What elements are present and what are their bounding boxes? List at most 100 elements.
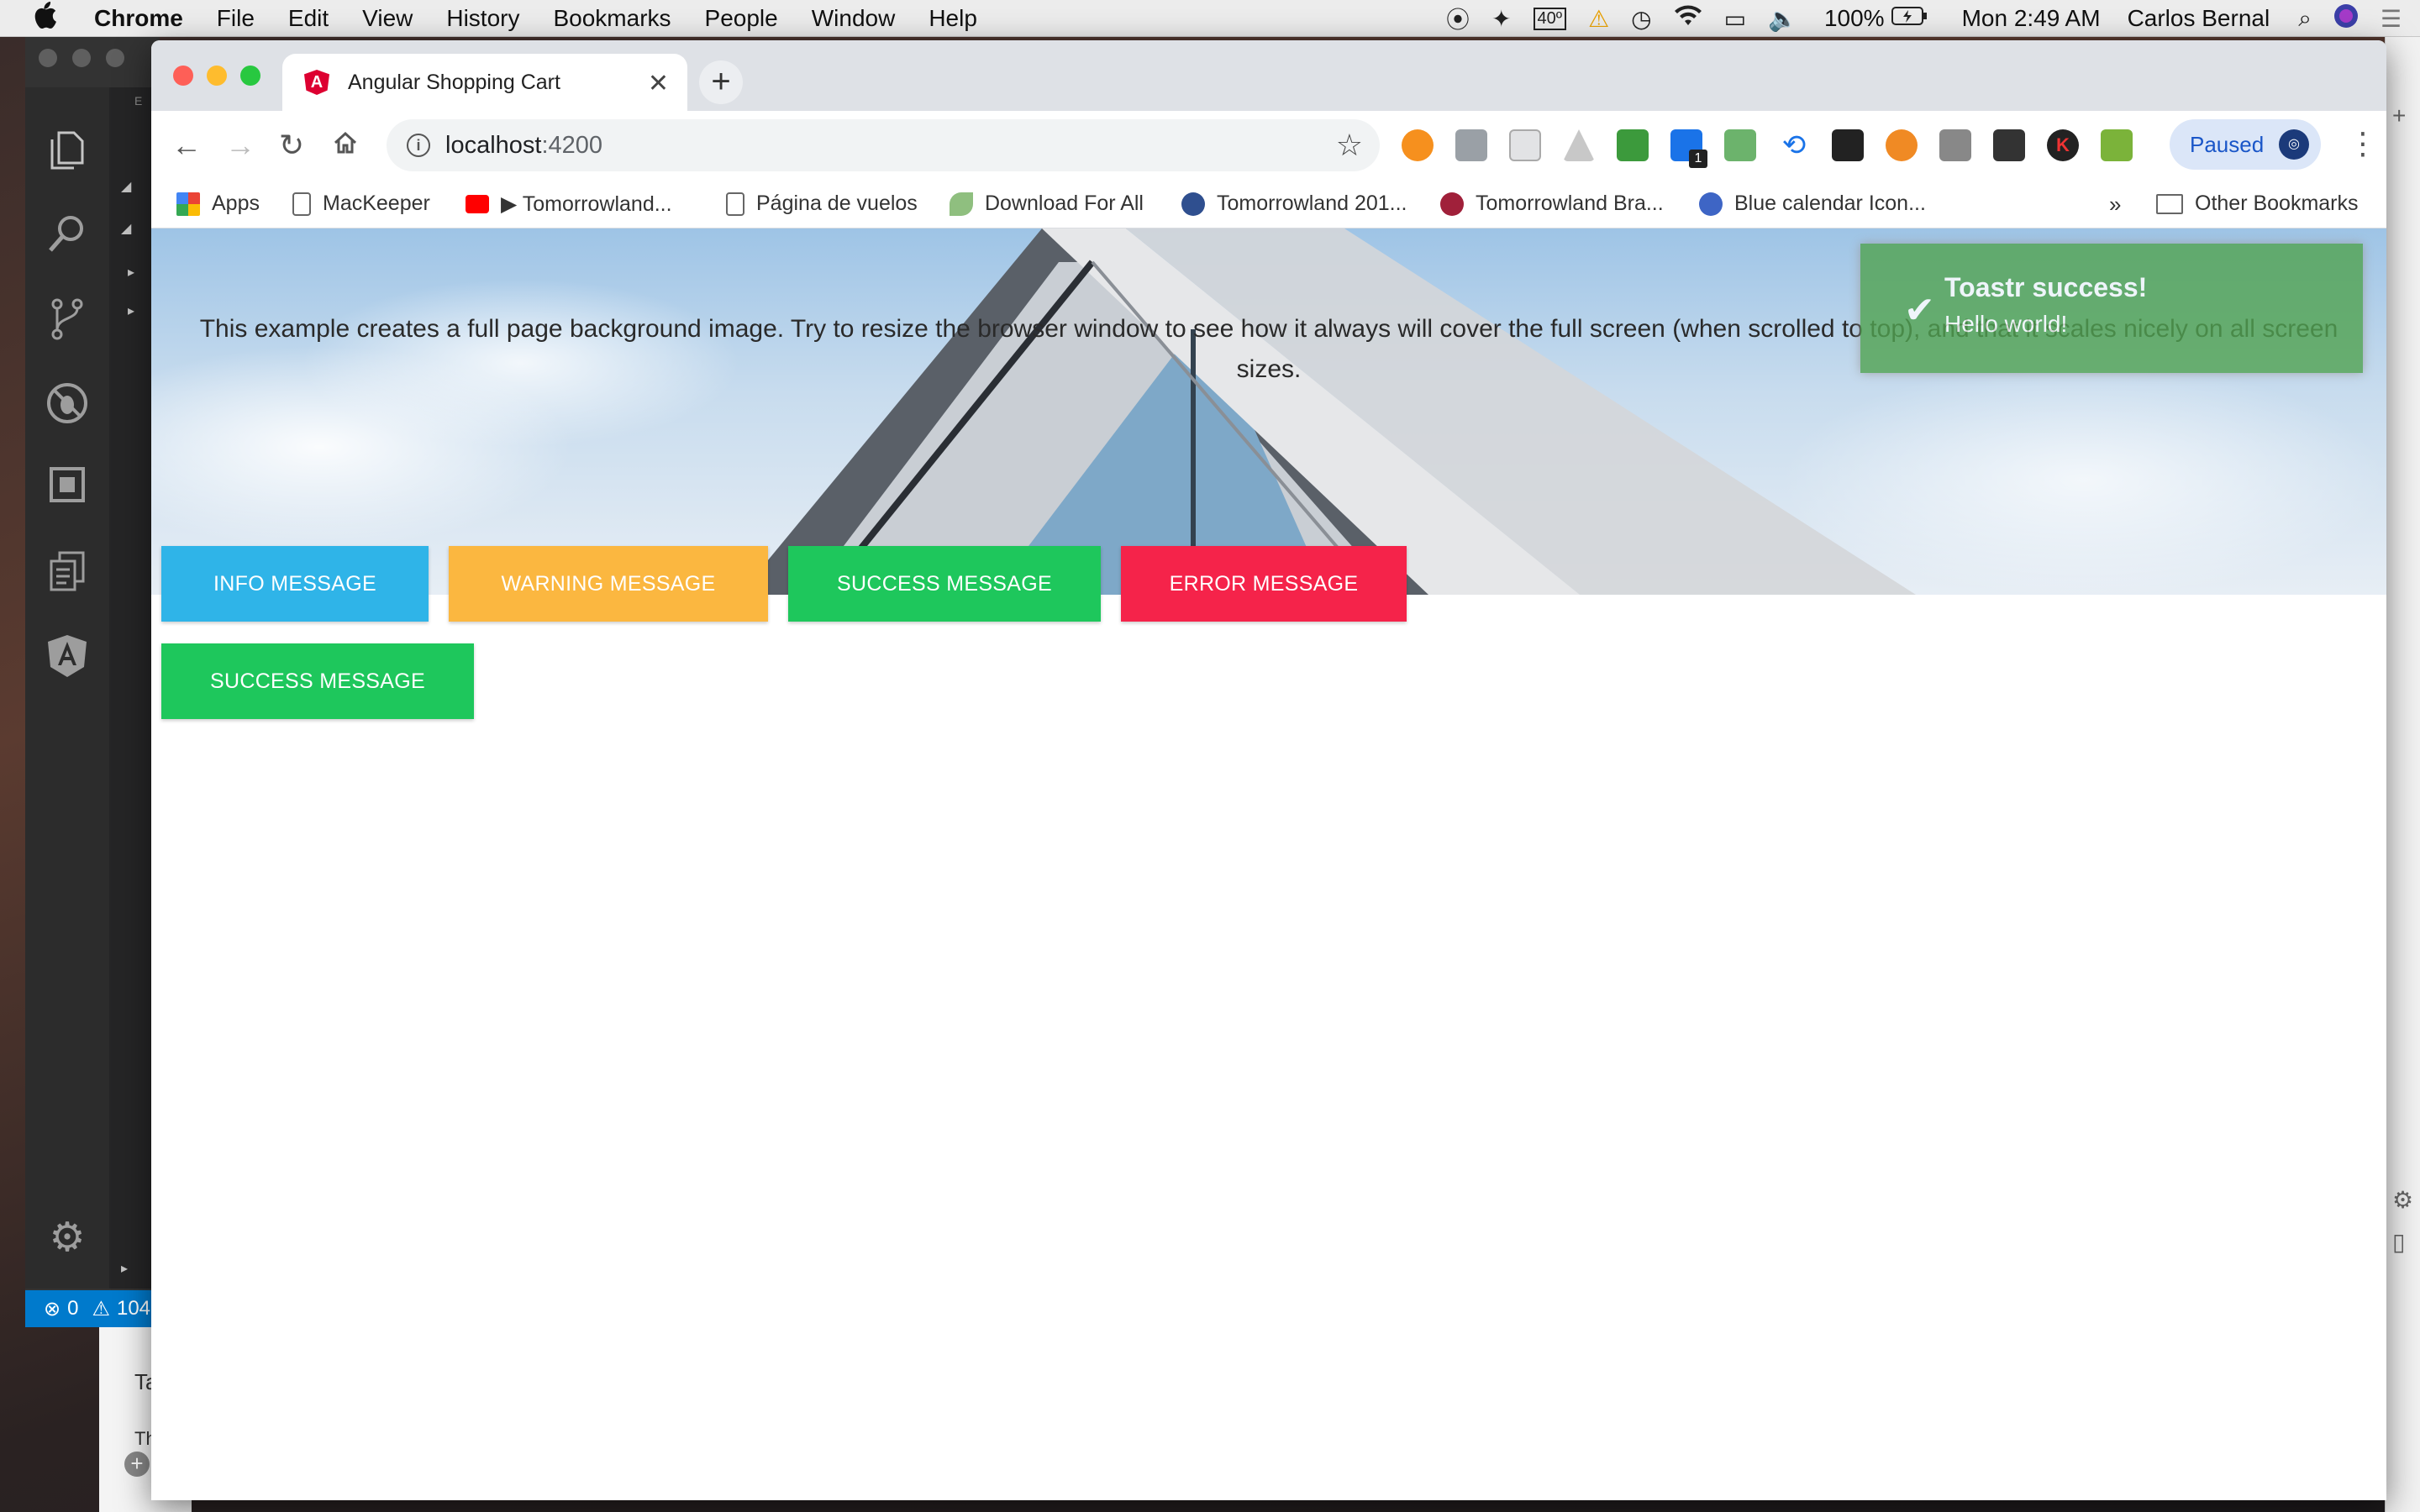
- chrome-menu-icon[interactable]: ⋮: [2348, 126, 2378, 161]
- close-window-button[interactable]: [173, 66, 193, 86]
- warning-icon[interactable]: ⚠: [1588, 5, 1609, 33]
- refresh-extension-icon[interactable]: ⟲: [1778, 129, 1810, 161]
- airplay-icon[interactable]: ▭: [1724, 5, 1746, 33]
- close-tab-icon[interactable]: ✕: [648, 69, 669, 98]
- bookmark-tomorrowland-brasil[interactable]: Tomorrowland Bra...: [1440, 192, 1664, 216]
- cube-extension-icon[interactable]: [1509, 129, 1541, 161]
- window-extension-icon[interactable]: 1: [1670, 129, 1707, 168]
- menubar: Chrome File Edit View History Bookmarks …: [0, 0, 2420, 37]
- source-control-icon[interactable]: [42, 297, 92, 348]
- drive-extension-icon[interactable]: [1563, 129, 1595, 161]
- bookmark-label: MacKeeper: [323, 192, 430, 215]
- zoom-window-button[interactable]: [106, 49, 124, 67]
- apple-icon[interactable]: [32, 1, 69, 35]
- menu-window[interactable]: Window: [812, 5, 896, 32]
- bookmark-star-icon[interactable]: ☆: [1336, 128, 1363, 163]
- manage-gear-icon[interactable]: ⚙: [42, 1213, 92, 1263]
- chevron-right-icon[interactable]: ▸: [128, 302, 134, 319]
- menu-app-name[interactable]: Chrome: [94, 5, 183, 32]
- extension-icon[interactable]: [1455, 129, 1487, 161]
- error-message-button[interactable]: ERROR MESSAGE: [1121, 546, 1407, 622]
- screenshot-extension-icon[interactable]: [1617, 129, 1649, 161]
- toast-title: Toastr success!: [1944, 272, 2148, 302]
- siri-icon[interactable]: [2333, 3, 2359, 34]
- checkmark-icon: ✔: [1904, 290, 1935, 331]
- success-message-button[interactable]: SUCCESS MESSAGE: [788, 546, 1101, 622]
- chevron-down-icon[interactable]: ◢: [121, 178, 131, 195]
- bag-extension-icon[interactable]: [1939, 129, 1971, 161]
- angular-icon[interactable]: [42, 633, 92, 684]
- info-message-button[interactable]: INFO MESSAGE: [161, 546, 429, 622]
- close-window-button[interactable]: [39, 49, 57, 67]
- minimize-window-button[interactable]: [207, 66, 227, 86]
- notification-center-icon[interactable]: ☰: [2381, 5, 2402, 33]
- menubar-user[interactable]: Carlos Bernal: [2128, 5, 2270, 32]
- menu-people[interactable]: People: [705, 5, 778, 32]
- tab-title: Angular Shopping Cart: [348, 70, 560, 94]
- profile-button[interactable]: Paused ◎: [2170, 119, 2321, 170]
- success-message-button-2[interactable]: SUCCESS MESSAGE: [161, 643, 474, 719]
- toast-success[interactable]: ✔ Toastr success! Hello world!: [1860, 244, 2363, 373]
- time-machine-icon[interactable]: ◷: [1631, 5, 1651, 33]
- sidebar-header: E: [134, 94, 143, 108]
- chevron-down-icon[interactable]: ◢: [121, 220, 131, 237]
- tab-angular-shopping-cart[interactable]: A Angular Shopping Cart ✕: [282, 54, 687, 111]
- wifi-icon[interactable]: [1674, 5, 1702, 33]
- url-text[interactable]: localhost:4200: [445, 132, 602, 160]
- reload-icon[interactable]: ↻: [279, 128, 304, 163]
- chevron-right-icon[interactable]: ▸: [128, 264, 134, 281]
- bookmarks-overflow-button[interactable]: »: [2109, 192, 2121, 218]
- bookmark-tomorrowland-2019[interactable]: Tomorrowland 201...: [1181, 192, 1407, 216]
- chevron-right-icon[interactable]: ▸: [121, 1260, 128, 1277]
- download-extension-icon[interactable]: [1993, 129, 2025, 161]
- temperature-badge[interactable]: 40º: [1533, 7, 1567, 30]
- test-explorer-icon[interactable]: [42, 549, 92, 600]
- bookmark-download-for-all[interactable]: Download For All: [950, 192, 1144, 216]
- menu-file[interactable]: File: [217, 5, 255, 32]
- menubar-clock[interactable]: Mon 2:49 AM: [1962, 5, 2101, 32]
- bookmark-pagina-de-vuelos[interactable]: Página de vuelos: [726, 192, 918, 216]
- tomorrowland-icon: [1440, 192, 1464, 216]
- menu-help[interactable]: Help: [929, 5, 977, 32]
- back-icon[interactable]: ←: [171, 128, 202, 163]
- menu-edit[interactable]: Edit: [288, 5, 329, 32]
- extensions-icon[interactable]: [42, 465, 92, 516]
- bookmark-blue-calendar-icon[interactable]: Blue calendar Icon...: [1699, 192, 1926, 216]
- tomorrowland-icon: [1181, 192, 1205, 216]
- address-bar[interactable]: i localhost:4200 ☆: [387, 119, 1380, 171]
- rss-extension-icon[interactable]: [1402, 129, 1434, 161]
- bookmark-mackeeper[interactable]: MacKeeper: [292, 192, 430, 216]
- new-tab-button[interactable]: +: [699, 60, 743, 104]
- search-icon[interactable]: [42, 213, 92, 264]
- radio-icon[interactable]: ⦿: [1446, 2, 1470, 35]
- bookmark-label: ▶ Tomorrowland...: [501, 192, 672, 216]
- volume-icon[interactable]: 🔈: [1768, 5, 1797, 33]
- battery-icon[interactable]: [1891, 5, 1928, 32]
- error-icon: ⊗: [44, 1297, 61, 1320]
- bookmark-tomorrowland-youtube[interactable]: ▶ Tomorrowland...: [466, 192, 672, 217]
- vscode-status-bar[interactable]: ⊗ 0 ⚠ 104: [25, 1290, 160, 1327]
- minimize-window-button[interactable]: [72, 49, 91, 67]
- menu-history[interactable]: History: [446, 5, 519, 32]
- debug-icon[interactable]: [42, 381, 92, 432]
- arrow-extension-icon[interactable]: [2101, 129, 2133, 161]
- star-badge-icon: [1699, 192, 1723, 216]
- building-image: [739, 228, 1916, 595]
- panel-icon: ▯: [2392, 1229, 2406, 1255]
- k-extension-icon[interactable]: K: [2047, 129, 2079, 161]
- spotlight-search-icon[interactable]: ⌕: [2298, 5, 2312, 33]
- menu-bookmarks[interactable]: Bookmarks: [553, 5, 671, 32]
- sync-extension-icon[interactable]: [1724, 129, 1756, 161]
- tool-icon[interactable]: ✦: [1491, 5, 1511, 33]
- home-icon[interactable]: [333, 128, 358, 163]
- bookmark-apps[interactable]: Apps: [176, 192, 260, 216]
- image-extension-icon[interactable]: [1886, 129, 1918, 161]
- menu-view[interactable]: View: [362, 5, 413, 32]
- warning-message-button[interactable]: WARNING MESSAGE: [449, 546, 768, 622]
- zoom-window-button[interactable]: [240, 66, 260, 86]
- explorer-icon[interactable]: [42, 129, 92, 180]
- site-info-icon[interactable]: i: [407, 134, 430, 157]
- other-bookmarks-folder[interactable]: Other Bookmarks: [2156, 192, 2359, 216]
- incognito-extension-icon[interactable]: [1832, 129, 1864, 161]
- forward-icon[interactable]: →: [225, 128, 255, 163]
